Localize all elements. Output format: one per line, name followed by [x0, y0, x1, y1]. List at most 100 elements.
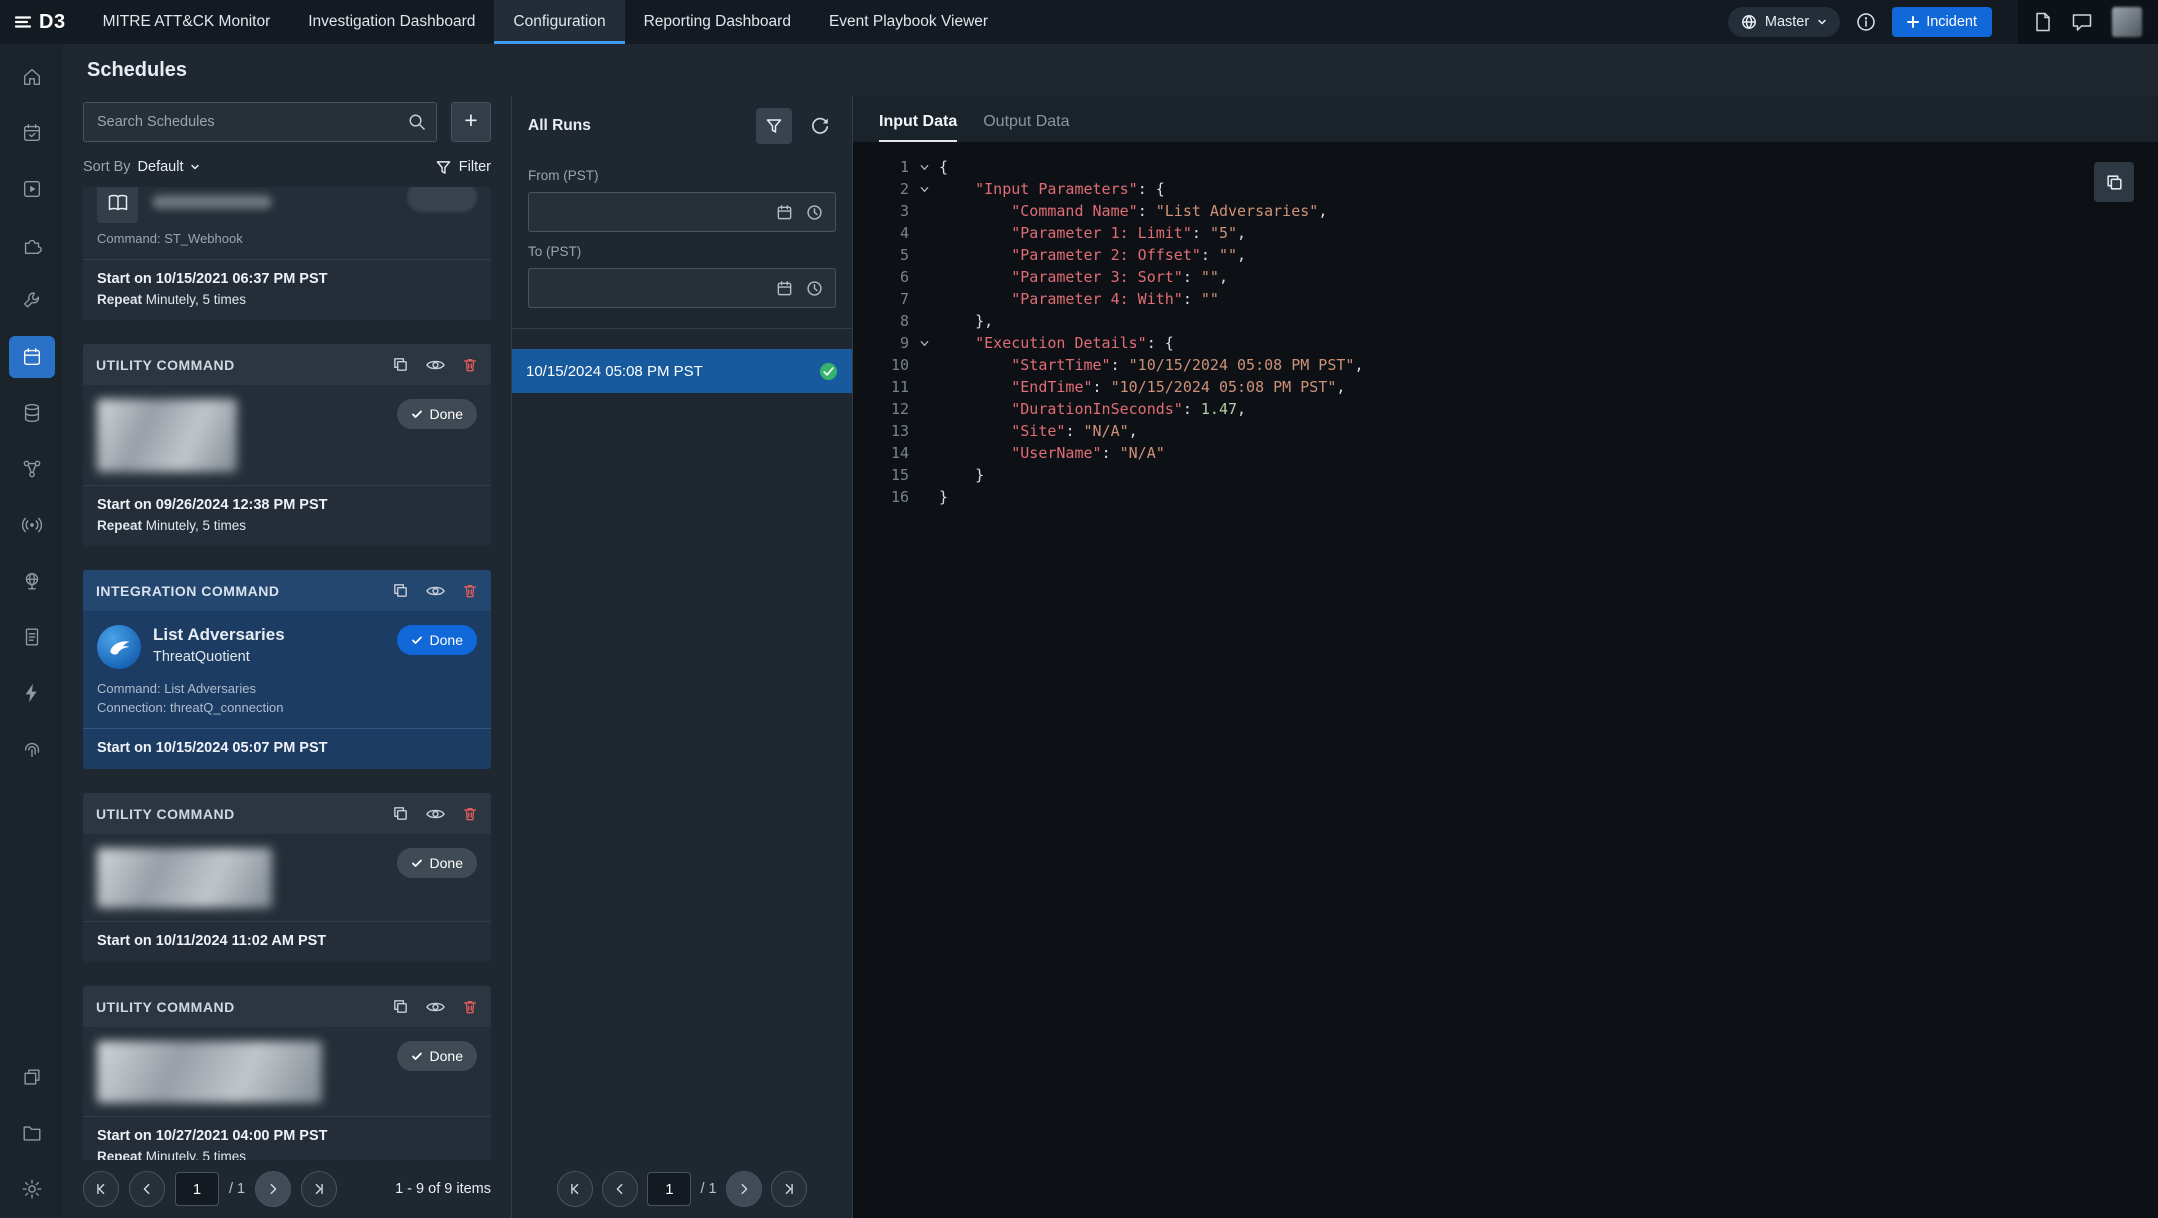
- next-page-icon: [741, 1183, 747, 1195]
- fold-caret-icon[interactable]: [909, 332, 939, 354]
- view-schedule-button[interactable]: [426, 358, 445, 372]
- sort-dropdown[interactable]: Default: [138, 159, 200, 175]
- view-schedule-button[interactable]: [426, 1000, 445, 1014]
- view-schedule-button[interactable]: [426, 584, 445, 598]
- code-text: "Execution Details": {: [975, 334, 1174, 352]
- first-page-button[interactable]: [557, 1171, 594, 1207]
- schedule-card-webhook[interactable]: Command: ST_Webhook Start on 10/15/2021 …: [83, 187, 491, 320]
- nav-item-configuration[interactable]: Configuration: [494, 0, 625, 44]
- nav-item-event-playbook-viewer[interactable]: Event Playbook Viewer: [810, 0, 1007, 44]
- runs-refresh-button[interactable]: [804, 110, 836, 142]
- sidebar-item-connections[interactable]: [9, 448, 55, 490]
- tab-input-data[interactable]: Input Data: [879, 113, 958, 142]
- trash-icon: [464, 584, 476, 598]
- sidebar-item-playbook[interactable]: [9, 168, 55, 210]
- topnav-utility-cluster: [2018, 0, 2158, 44]
- sidebar-item-monitor[interactable]: [9, 112, 55, 154]
- next-page-icon: [270, 1183, 277, 1195]
- next-page-button[interactable]: [725, 1171, 762, 1207]
- sidebar-item-automation[interactable]: [9, 672, 55, 714]
- clock-icon: [807, 280, 822, 296]
- nav-item-investigation-dashboard[interactable]: Investigation Dashboard: [289, 0, 494, 44]
- file-button[interactable]: [2034, 12, 2052, 32]
- sidebar-item-windows[interactable]: [9, 1056, 55, 1098]
- to-date-input[interactable]: [528, 268, 836, 308]
- sidebar-item-reports[interactable]: [9, 616, 55, 658]
- card-start-time: Start on 10/27/2021 04:00 PM PST: [97, 1128, 328, 1144]
- sidebar-item-identity[interactable]: [9, 728, 55, 770]
- copy-schedule-button[interactable]: [392, 356, 409, 373]
- site-selector-master[interactable]: Master: [1727, 7, 1841, 37]
- delete-schedule-button[interactable]: [462, 805, 478, 822]
- card-repeat: Repeat Minutely, 5 times: [97, 292, 247, 307]
- webhook-book-icon-tile: [97, 187, 138, 223]
- nav-item-reporting-dashboard[interactable]: Reporting Dashboard: [625, 0, 810, 44]
- page-number-input[interactable]: [647, 1172, 692, 1206]
- code-text: "Site": "N/A",: [1011, 422, 1138, 440]
- delete-schedule-button[interactable]: [462, 356, 478, 373]
- runs-filter-button[interactable]: [756, 108, 792, 144]
- delete-schedule-button[interactable]: [462, 582, 478, 599]
- first-page-icon: [571, 1183, 579, 1195]
- fingerprint-icon: [24, 742, 39, 758]
- sidebar-item-schedules[interactable]: [8, 336, 55, 378]
- sidebar-item-file-manager[interactable]: [9, 1112, 55, 1154]
- tab-output-data[interactable]: Output Data: [983, 113, 1069, 142]
- schedule-card-list-adversaries[interactable]: INTEGRATION COMMAND List Adversaries Thr…: [83, 570, 491, 769]
- code-line: 4 "Parameter 1: Limit": "5",: [853, 222, 2158, 244]
- copy-code-button[interactable]: [2094, 162, 2134, 202]
- add-schedule-button[interactable]: +: [451, 102, 491, 142]
- run-row-selected[interactable]: 10/15/2024 05:08 PM PST: [512, 349, 852, 393]
- next-page-button[interactable]: [255, 1171, 292, 1207]
- sidebar-item-settings[interactable]: [9, 1168, 55, 1210]
- fold-caret-icon[interactable]: [909, 178, 939, 200]
- sidebar-item-home[interactable]: [9, 56, 55, 98]
- sidebar-item-event-intake[interactable]: [9, 504, 55, 546]
- run-success-icon: [819, 362, 838, 381]
- prev-page-button[interactable]: [129, 1171, 165, 1207]
- from-date-input[interactable]: [528, 192, 836, 232]
- copy-schedule-button[interactable]: [392, 582, 409, 599]
- first-page-button[interactable]: [83, 1171, 119, 1207]
- schedule-card-utility-1[interactable]: UTILITY COMMAND Done Start on 09/26/2024…: [83, 344, 491, 546]
- card-type-label: UTILITY COMMAND: [96, 805, 235, 822]
- new-incident-button[interactable]: Incident: [1892, 7, 1992, 37]
- copy-icon: [394, 358, 407, 371]
- line-number: 14: [890, 444, 909, 462]
- last-page-button[interactable]: [301, 1171, 338, 1207]
- primary-nav: MITRE ATT&CK Monitor Investigation Dashb…: [84, 0, 1008, 44]
- nav-item-mitre-attck-monitor[interactable]: MITRE ATT&CK Monitor: [84, 0, 290, 44]
- copy-schedule-button[interactable]: [392, 805, 409, 822]
- d3-logo[interactable]: D3: [0, 11, 84, 34]
- funnel-icon: [766, 119, 782, 133]
- code-text: "Parameter 3: Sort": "",: [1011, 268, 1228, 286]
- prev-page-icon: [617, 1183, 623, 1195]
- delete-schedule-button[interactable]: [462, 998, 478, 1015]
- sidebar-item-integrations[interactable]: [9, 224, 55, 266]
- code-text: "Parameter 2: Offset": "",: [1011, 246, 1247, 264]
- last-page-button[interactable]: [770, 1171, 807, 1207]
- app-root: D3 MITRE ATT&CK Monitor Investigation Da…: [0, 0, 2158, 1218]
- schedule-card-utility-2[interactable]: UTILITY COMMAND Done Start on 10/11/2024…: [83, 793, 491, 962]
- copy-icon: [2106, 174, 2122, 190]
- copy-schedule-button[interactable]: [392, 998, 409, 1015]
- view-schedule-button[interactable]: [426, 807, 445, 821]
- sidebar-item-data-management[interactable]: [9, 392, 55, 434]
- trash-icon: [464, 807, 476, 821]
- schedules-filter-button[interactable]: Filter: [436, 159, 491, 175]
- fold-caret-icon[interactable]: [909, 156, 939, 178]
- search-input[interactable]: [83, 102, 437, 142]
- chat-button[interactable]: [2072, 13, 2092, 31]
- sidebar-item-utility-commands[interactable]: [9, 280, 55, 322]
- run-detail-pane: Input Data Output Data 1{2 "Input Parame…: [853, 96, 2158, 1218]
- prev-page-button[interactable]: [602, 1171, 639, 1207]
- code-text: "EndTime": "10/15/2024 05:08 PM PST",: [1011, 378, 1346, 396]
- page-number-input[interactable]: [175, 1172, 219, 1206]
- info-button[interactable]: [1856, 12, 1876, 32]
- code-line: 12 "DurationInSeconds": 1.47,: [853, 398, 2158, 420]
- eye-icon: [426, 586, 445, 595]
- schedule-card-utility-3[interactable]: UTILITY COMMAND Done Start on 10/27/2021…: [83, 986, 491, 1160]
- user-avatar[interactable]: [2112, 7, 2142, 37]
- sidebar-item-sites[interactable]: [9, 560, 55, 602]
- check-icon: [411, 1052, 422, 1060]
